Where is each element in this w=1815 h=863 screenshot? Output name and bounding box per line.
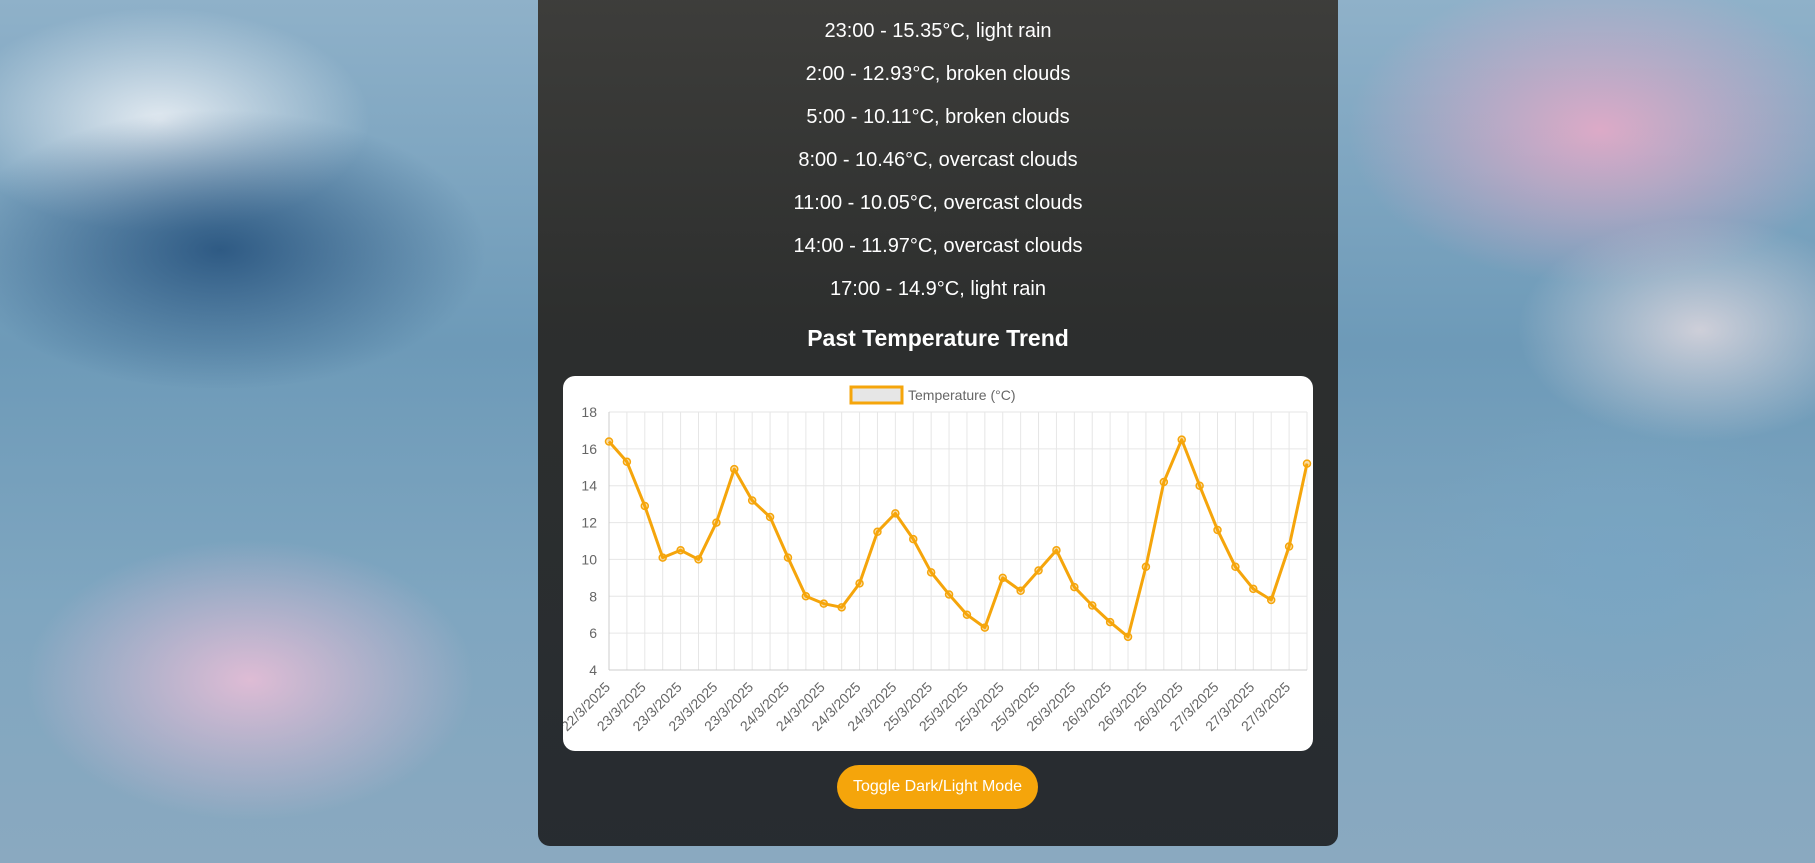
chart-legend[interactable]: Temperature (°C) (849, 385, 1016, 405)
data-point (1016, 586, 1025, 596)
legend-label: Temperature (°C) (908, 387, 1016, 403)
y-tick-label: 18 (581, 404, 597, 420)
data-point (1141, 562, 1151, 572)
data-point (1249, 584, 1258, 594)
data-point (1123, 632, 1133, 642)
y-axis-ticks: 4 6 8 10 12 14 16 18 (581, 404, 597, 678)
data-point (837, 603, 846, 612)
forecast-list: 23:00 - 15.35°C, light rain 2:00 - 12.93… (538, 10, 1338, 311)
toggle-dark-light-mode-button[interactable]: Toggle Dark/Light Mode (837, 765, 1038, 809)
data-point (1034, 566, 1043, 575)
data-point (712, 518, 721, 527)
data-point (658, 553, 667, 562)
forecast-item: 23:00 - 15.35°C, light rain (824, 20, 1052, 42)
data-point (640, 501, 650, 511)
y-tick-label: 8 (589, 588, 597, 604)
data-point (855, 579, 864, 588)
y-tick-label: 12 (581, 515, 597, 531)
data-point (1284, 542, 1294, 551)
data-point (1177, 435, 1186, 444)
data-point (873, 527, 882, 537)
forecast-item: 11:00 - 10.05°C, overcast clouds (793, 192, 1083, 214)
data-point (622, 457, 632, 467)
data-point (980, 623, 990, 632)
chart-grid (608, 411, 1308, 671)
data-point (909, 534, 918, 544)
data-point (1052, 545, 1061, 555)
data-point (694, 555, 703, 564)
forecast-item: 14:00 - 11.97°C, overcast clouds (793, 235, 1083, 257)
forecast-item: 8:00 - 10.46°C, overcast clouds (798, 149, 1078, 171)
data-point (801, 592, 811, 601)
data-point (1070, 582, 1079, 592)
chart-heading: Past Temperature Trend (807, 325, 1069, 351)
data-point (1195, 481, 1204, 490)
data-point (1266, 595, 1276, 605)
forecast-item: 2:00 - 12.93°C, broken clouds (805, 63, 1071, 85)
y-tick-label: 14 (581, 478, 597, 494)
data-point (891, 509, 900, 518)
data-point (730, 464, 739, 474)
data-point (1213, 525, 1222, 535)
forecast-item: 5:00 - 10.11°C, broken clouds (806, 106, 1070, 128)
y-tick-label: 6 (589, 625, 597, 641)
x-axis-ticks: 22/3/202523/3/202523/3/202523/3/202523/3… (563, 679, 1293, 735)
weather-panel: 23:00 - 15.35°C, light rain 2:00 - 12.93… (538, 0, 1338, 846)
temperature-chart: Temperature (°C) 4 6 8 10 12 14 16 18 22/3/2025… (563, 385, 1312, 735)
data-point (1159, 477, 1169, 487)
data-point (604, 437, 614, 446)
legend-swatch (849, 385, 904, 405)
y-tick-label: 4 (589, 662, 597, 678)
data-point (944, 590, 954, 599)
data-point (747, 496, 757, 505)
data-point (962, 610, 972, 619)
data-point (998, 573, 1007, 583)
y-tick-label: 10 (581, 551, 597, 567)
temperature-line (607, 438, 1309, 639)
data-point (765, 512, 775, 522)
data-point (1087, 601, 1097, 610)
temperature-chart-card: Temperature (°C) 4 6 8 10 12 14 16 18 22/3/2025… (563, 376, 1313, 751)
data-point (819, 599, 829, 608)
data-point (1231, 562, 1240, 572)
data-point (783, 553, 793, 562)
data-point (926, 568, 936, 577)
data-point (1105, 617, 1115, 627)
data-point (1302, 459, 1312, 468)
data-point (676, 545, 685, 555)
temperature-points (604, 435, 1312, 642)
forecast-item: 17:00 - 14.9°C, light rain (830, 278, 1046, 300)
y-tick-label: 16 (581, 441, 597, 457)
